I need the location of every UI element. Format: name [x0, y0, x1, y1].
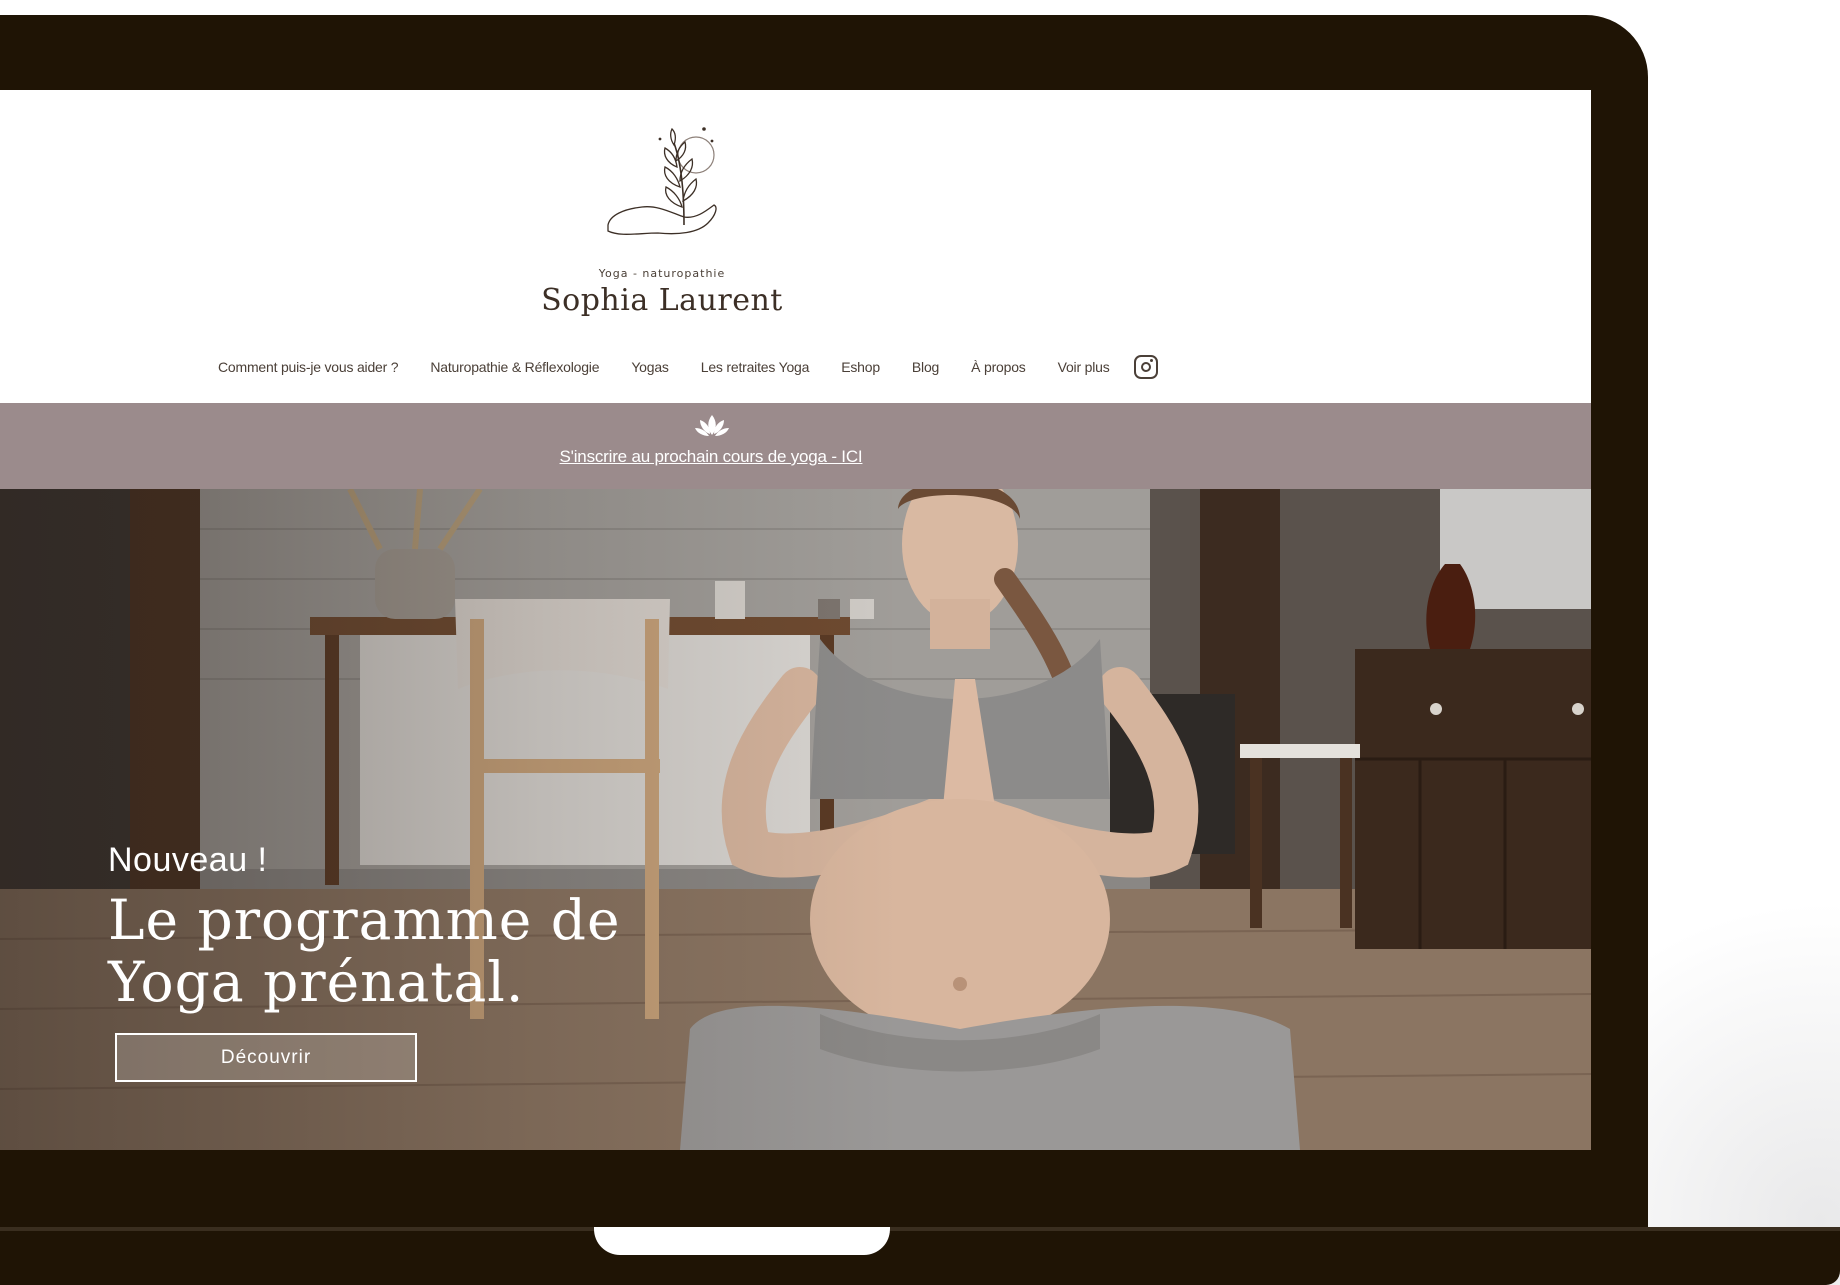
- announcement-bar: S'inscrire au prochain cours de yoga - I…: [0, 403, 1591, 489]
- nav-item-comment-aider[interactable]: Comment puis-je vous aider ?: [218, 359, 399, 375]
- hero-kicker: Nouveau !: [108, 841, 268, 879]
- nav-item-naturopathie[interactable]: Naturopathie & Réflexologie: [430, 359, 599, 375]
- laptop-base: [0, 1227, 1840, 1285]
- nav-item-eshop[interactable]: Eshop: [841, 359, 880, 375]
- nav-item-voir-plus[interactable]: Voir plus: [1058, 359, 1110, 375]
- nav-item-a-propos[interactable]: À propos: [971, 359, 1026, 375]
- hero-section: Nouveau ! Le programme de Yoga prénatal.…: [0, 489, 1591, 1150]
- logo-tagline: Yoga - naturopathie: [598, 267, 726, 280]
- main-navigation: Comment puis-je vous aider ? Naturopathi…: [218, 352, 1158, 382]
- hand-holding-leaf-icon: [607, 127, 717, 235]
- hero-title-line1: Le programme de: [108, 888, 621, 952]
- instagram-icon[interactable]: [1133, 355, 1158, 379]
- laptop-base-edge: [0, 1227, 1840, 1231]
- nav-item-blog[interactable]: Blog: [912, 359, 939, 375]
- yoga-signup-link[interactable]: S'inscrire au prochain cours de yoga - I…: [0, 447, 1422, 467]
- laptop-notch: [594, 1227, 890, 1255]
- hero-title: Le programme de Yoga prénatal.: [108, 889, 668, 1013]
- site-logo[interactable]: Yoga - naturopathie Sophia Laurent: [540, 115, 790, 318]
- laptop-screen: Yoga - naturopathie Sophia Laurent Comme…: [0, 90, 1591, 1150]
- nav-item-yogas[interactable]: Yogas: [631, 359, 669, 375]
- site-header: Yoga - naturopathie Sophia Laurent Comme…: [0, 90, 1591, 403]
- mockup-stage: Yoga - naturopathie Sophia Laurent Comme…: [0, 0, 1840, 1285]
- lotus-icon: [695, 415, 729, 436]
- logo-name: Sophia Laurent: [541, 283, 783, 318]
- nav-item-retraites[interactable]: Les retraites Yoga: [701, 359, 810, 375]
- hero-title-line2: Yoga prénatal.: [108, 950, 525, 1014]
- discover-button[interactable]: Découvrir: [115, 1033, 417, 1082]
